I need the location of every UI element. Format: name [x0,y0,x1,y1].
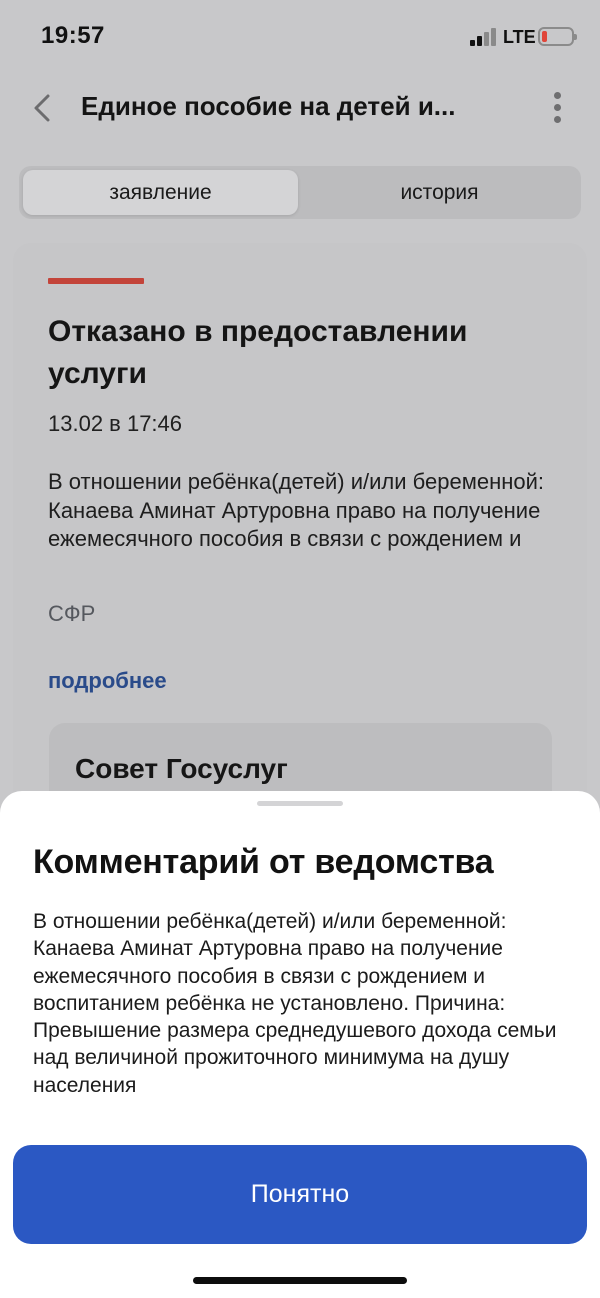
chevron-left-icon[interactable] [30,92,58,124]
more-details-link[interactable]: подробнее [48,668,167,694]
status-time: 19:57 [41,22,105,49]
battery-level [542,31,547,42]
status-title: Отказано в предоставлении услуги [48,315,468,390]
sheet-title: Комментарий от ведомства [33,843,494,881]
status-description: В отношении ребёнка(детей) и/или беремен… [48,469,545,551]
status-date: 13.02 в 17:46 [48,411,183,436]
more-vertical-icon[interactable] [548,90,568,126]
application-status-card: Отказано в предоставлении услуги 13.02 в… [13,243,587,843]
tab-history[interactable]: история [302,170,577,215]
page-title: Единое пособие на детей и... [81,91,456,121]
signal-icon [470,28,496,46]
status-bar: 19:57 LTE [0,0,600,75]
home-indicator[interactable] [193,1277,407,1284]
comment-bottom-sheet: Комментарий от ведомства В отношении реб… [0,791,600,1298]
app-screen: 19:57 LTE Единое пособие на детей и... з… [0,0,600,1298]
status-source: СФР [48,601,96,626]
network-type: LTE [503,27,536,47]
app-header: Единое пособие на детей и... [0,80,600,136]
sheet-comment-text: В отношении ребёнка(детей) и/или беремен… [33,910,557,1097]
segmented-tabs: заявление история [19,166,581,219]
battery-icon [538,27,577,46]
status-indicator [48,278,144,284]
tab-application[interactable]: заявление [23,170,298,215]
sheet-drag-handle[interactable] [257,801,343,806]
ok-button[interactable]: Понятно [13,1145,587,1244]
advice-title: Совет Госуслуг [75,753,288,784]
